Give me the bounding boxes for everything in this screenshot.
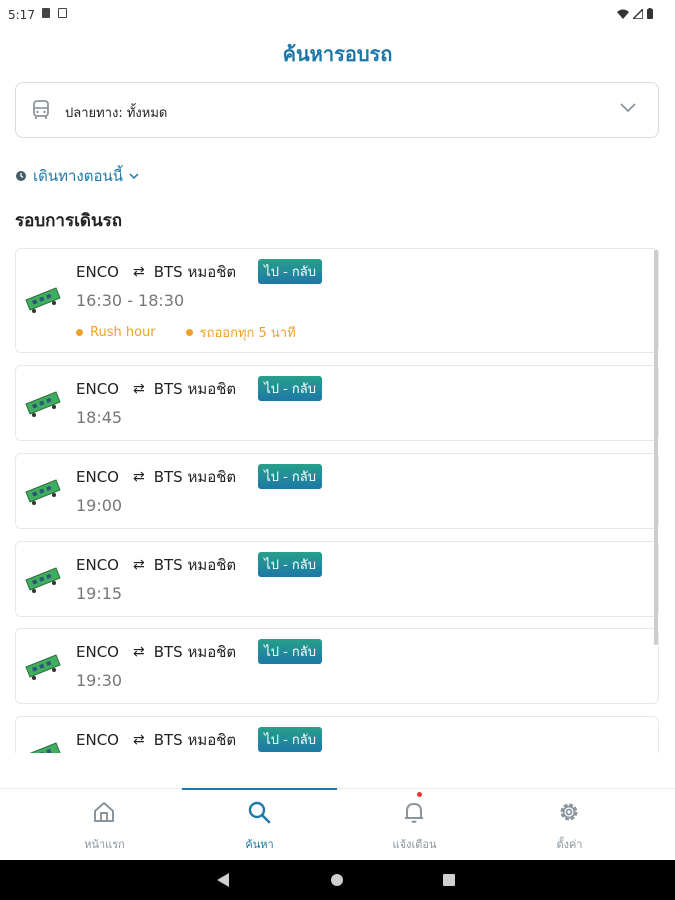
train-icon — [29, 742, 61, 753]
round-trip-arrow-icon: ⇄ — [132, 556, 145, 573]
tag-dot-icon — [185, 329, 193, 336]
trip-type-badge: ไป - กลับ — [258, 464, 323, 489]
trip-type-badge: ไป - กลับ — [258, 376, 323, 401]
trip-time: 19:00 — [76, 496, 123, 515]
round-trip-arrow-icon: ⇄ — [132, 263, 145, 280]
signal-icon — [633, 8, 643, 19]
train-icon — [25, 567, 61, 593]
scrollbar[interactable] — [654, 250, 658, 645]
status-time: 5:17 — [8, 8, 35, 22]
destination-label: ปลายทาง: ทั้งหมด — [65, 106, 168, 121]
nav-label: ค้นหา — [245, 838, 274, 851]
train-icon — [25, 654, 61, 680]
trip-origin: ENCO — [76, 555, 119, 574]
battery-icon — [647, 8, 653, 19]
trip-origin: ENCO — [76, 730, 119, 749]
status-system-icons — [617, 8, 653, 19]
clock-icon — [16, 171, 26, 181]
nav-label: ตั้งค่า — [556, 838, 583, 851]
trip-destination: BTS หมอชิต — [153, 467, 237, 486]
trip-destination: BTS หมอชิต — [153, 730, 237, 749]
trip-route: ENCO ⇄ BTS หมอชิต ไป - กลับ — [76, 727, 323, 752]
trip-origin: ENCO — [76, 642, 119, 661]
trip-destination: BTS หมอชิต — [153, 262, 237, 281]
trip-tag-label: Rush hour — [90, 325, 156, 340]
train-icon — [25, 479, 61, 505]
trip-tag: Rush hour — [76, 322, 156, 343]
round-trip-arrow-icon: ⇄ — [132, 468, 145, 485]
trip-route: ENCO ⇄ BTS หมอชิต ไป - กลับ — [76, 259, 323, 284]
trip-tag-label: รถออกทุก 5 นาที — [199, 326, 296, 341]
bottom-nav: หน้าแรก ค้นหา แจ้งเตือน ตั้งค่า — [0, 788, 675, 860]
nav-item-home[interactable]: หน้าแรก — [27, 789, 182, 860]
trip-destination: BTS หมอชิต — [153, 379, 237, 398]
bus-icon — [33, 100, 49, 119]
trip-route: ENCO ⇄ BTS หมอชิต ไป - กลับ — [76, 376, 323, 401]
recent-apps-icon[interactable] — [443, 874, 455, 886]
trip-origin: ENCO — [76, 467, 119, 486]
trip-type-badge: ไป - กลับ — [258, 727, 323, 752]
trip-card[interactable]: ENCO ⇄ BTS หมอชิต ไป - กลับ — [15, 716, 659, 753]
wifi-icon — [617, 9, 629, 19]
trip-type-badge: ไป - กลับ — [258, 552, 323, 577]
depart-time-selector[interactable]: เดินทางตอนนี้ — [15, 164, 139, 188]
trip-route: ENCO ⇄ BTS หมอชิต ไป - กลับ — [76, 464, 323, 489]
trip-tag: รถออกทุก 5 นาที — [185, 322, 296, 343]
home-button-icon[interactable] — [331, 874, 343, 886]
tag-dot-icon — [76, 329, 83, 336]
trip-route: ENCO ⇄ BTS หมอชิต ไป - กลับ — [76, 552, 323, 577]
trip-card[interactable]: ENCO ⇄ BTS หมอชิต ไป - กลับ 19:15 — [15, 541, 659, 617]
nav-label: แจ้งเตือน — [392, 838, 437, 851]
destination-select[interactable]: ปลายทาง: ทั้งหมด — [15, 82, 659, 138]
chevron-down-icon — [129, 172, 139, 179]
trip-type-badge: ไป - กลับ — [258, 259, 323, 284]
trip-route: ENCO ⇄ BTS หมอชิต ไป - กลับ — [76, 639, 323, 664]
train-icon — [25, 287, 61, 313]
round-trip-arrow-icon: ⇄ — [132, 380, 145, 397]
home-icon — [94, 802, 114, 822]
trip-origin: ENCO — [76, 262, 119, 281]
trip-destination: BTS หมอชิต — [153, 642, 237, 661]
trip-time: 16:30 - 18:30 — [76, 291, 185, 310]
trip-time: 19:15 — [76, 584, 123, 603]
app-screen: 5:17 ค้นหารอบรถ ปลายทาง: ทั้งหมด เดินทาง… — [0, 0, 675, 860]
bell-icon — [405, 803, 423, 823]
trip-card[interactable]: ENCO ⇄ BTS หมอชิต ไป - กลับ 19:30 — [15, 628, 659, 704]
page-title: ค้นหารอบรถ — [282, 42, 393, 66]
notification-dot — [417, 792, 422, 797]
trip-card[interactable]: ENCO ⇄ BTS หมอชิต ไป - กลับ 16:30 - 18:3… — [15, 248, 659, 353]
trip-list: ENCO ⇄ BTS หมอชิต ไป - กลับ 16:30 - 18:3… — [0, 248, 675, 753]
trip-time: 18:45 — [76, 408, 123, 427]
gear-icon — [560, 803, 578, 821]
depart-label: เดินทางตอนนี้ — [33, 167, 124, 185]
sim-card-icon — [42, 8, 50, 18]
nav-item-settings[interactable]: ตั้งค่า — [492, 789, 647, 860]
nav-item-search[interactable]: ค้นหา — [182, 788, 337, 860]
status-notification-icons — [42, 8, 67, 18]
trip-tags: Rush hour รถออกทุก 5 นาที — [76, 322, 296, 343]
status-bar: 5:17 — [0, 0, 675, 30]
trip-card[interactable]: ENCO ⇄ BTS หมอชิต ไป - กลับ 19:00 — [15, 453, 659, 529]
system-nav-bar — [0, 860, 675, 900]
round-trip-arrow-icon: ⇄ — [132, 731, 145, 748]
trip-time: 19:30 — [76, 671, 123, 690]
trip-card[interactable]: ENCO ⇄ BTS หมอชิต ไป - กลับ 18:45 — [15, 365, 659, 441]
trip-destination: BTS หมอชิต — [153, 555, 237, 574]
trip-origin: ENCO — [76, 379, 119, 398]
nav-label: หน้าแรก — [84, 838, 125, 851]
back-icon[interactable] — [217, 873, 229, 887]
train-icon — [25, 391, 61, 417]
search-icon — [248, 801, 271, 824]
active-tab-indicator — [182, 788, 337, 790]
chevron-down-icon — [620, 103, 636, 113]
round-trip-arrow-icon: ⇄ — [132, 643, 145, 660]
trip-type-badge: ไป - กลับ — [258, 639, 323, 664]
nav-item-notifications[interactable]: แจ้งเตือน — [337, 789, 492, 860]
section-title: รอบการเดินรถ — [15, 211, 122, 231]
storage-icon — [58, 8, 67, 18]
